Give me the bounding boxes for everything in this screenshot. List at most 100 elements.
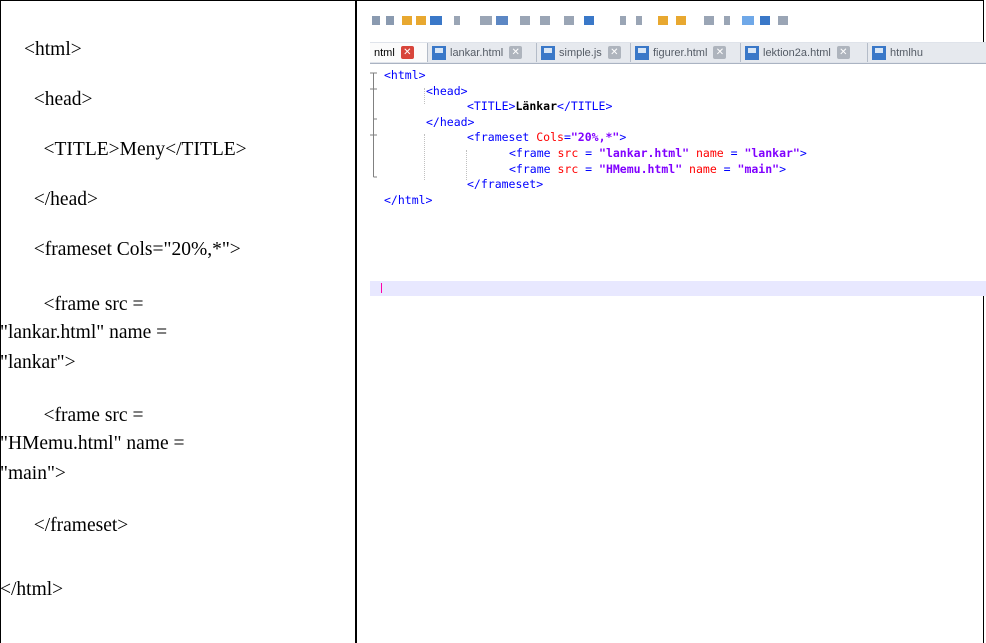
copy-icon[interactable] [496,16,508,25]
replace-icon[interactable] [584,16,594,25]
html-close-tag: </html> [384,192,433,207]
code-line: </frameset> [24,515,129,536]
code-line-7: <frame src = "HMemu.html" name = "main"> [509,162,786,178]
code-line-2: <head> [426,84,468,100]
code-line-4: </head> [426,115,474,131]
src-attribute: src [550,161,579,176]
frame-tag: <frame [509,161,551,176]
save-all-icon[interactable] [416,16,426,25]
tab-current-file[interactable]: ntml ✕ [370,43,428,62]
src-attribute: src [550,146,579,160]
print-icon[interactable] [454,16,460,25]
code-line-8: </frameset> [467,177,543,193]
current-line-highlight [370,281,986,296]
zoom-out-icon[interactable] [636,16,642,25]
tag-end: > [779,161,787,176]
code-line: <head> [24,89,93,110]
equals-sign: = [723,146,745,160]
zoom-in-icon[interactable] [620,16,626,25]
tab-htmlhu[interactable]: htmlhu [868,43,986,62]
name-attribute: name [682,161,717,176]
undo-icon[interactable] [520,16,530,25]
src-value: "lankar.html" [599,146,690,160]
table-divider [355,0,357,643]
name-value: "main" [737,161,780,176]
tab-label: htmlhu [890,46,924,59]
code-line: "lankar.html" name = [0,322,168,343]
head-close-tag: </head> [426,114,475,129]
file-save-icon [541,45,555,60]
wrap-icon[interactable] [676,16,686,25]
code-line: </html> [0,579,64,600]
tab-label: lankar.html [450,46,504,59]
code-line: </head> [24,189,98,210]
frameset-open-tag: <frameset [467,130,530,145]
tab-simple-js[interactable]: simple.js ✕ [537,43,631,62]
equals-sign: = [563,130,571,145]
close-tab-icon[interactable]: ✕ [607,46,621,59]
new-file-icon[interactable] [372,16,380,25]
head-open-tag: <head> [426,83,468,98]
title-text: Länkar [515,99,558,114]
equals-sign: = [578,146,600,160]
tab-label: figurer.html [653,46,708,59]
sync-icon[interactable] [658,16,668,25]
code-line: <frame src = [24,405,144,426]
file-save-icon [872,45,886,60]
code-line-9: </html> [384,193,432,209]
tab-lankar[interactable]: lankar.html ✕ [428,43,537,62]
close-tab-icon[interactable]: ✕ [509,46,523,59]
code-line: <frameset Cols="20%,*"> [24,239,241,260]
close-tab-icon[interactable]: ✕ [400,46,414,59]
code-line-6: <frame src = "lankar.html" name = "lanka… [509,146,807,162]
macro-record-icon[interactable] [742,16,754,25]
code-editor[interactable]: <html> <head> <TITLE>Länkar</TITLE> </he… [370,64,986,296]
indent-guide-icon[interactable] [704,16,714,25]
fold-margin[interactable] [370,69,378,179]
title-close-tag: </TITLE> [557,99,613,114]
indent-guide [424,88,425,104]
code-line: "main"> [0,463,66,484]
tab-label: simple.js [559,46,602,59]
equals-sign: = [716,161,738,176]
code-line: <frame src = [24,294,144,315]
cols-attribute: Cols [529,130,564,145]
macro-save-icon[interactable] [778,16,788,25]
indent-guide [424,134,425,180]
title-open-tag: <TITLE> [467,99,516,114]
text-caret [381,283,382,293]
src-value: "HMemu.html" [599,161,683,176]
macro-play-icon[interactable] [760,16,770,25]
file-save-icon [432,45,446,60]
tag-end: > [799,146,807,160]
name-attribute: name [689,146,724,160]
code-line: "lankar"> [0,352,76,373]
code-line: <TITLE>Meny</TITLE> [24,139,247,160]
tab-lektion2a[interactable]: lektion2a.html ✕ [741,43,868,62]
code-line-3: <TITLE>Länkar</TITLE> [467,99,612,115]
code-line-1: <html> [384,68,426,84]
frame-tag: <frame [509,146,551,160]
editor-toolbar [370,16,986,26]
html-open-tag: <html> [384,68,426,82]
file-save-icon [635,45,649,60]
tab-label: ntml [374,46,395,59]
save-icon[interactable] [402,16,412,25]
cols-value: "20%,*" [570,130,620,145]
find-icon[interactable] [564,16,574,25]
tab-figurer[interactable]: figurer.html ✕ [631,43,741,62]
editor-screenshot: ntml ✕ lankar.html ✕ simple.js ✕ figurer… [370,16,986,296]
tab-label: lektion2a.html [763,46,831,59]
close-tab-icon[interactable]: ✕ [713,46,727,59]
close-file-icon[interactable] [430,16,442,25]
equals-sign: = [578,161,600,176]
name-value: "lankar" [744,146,800,160]
show-all-icon[interactable] [724,16,730,25]
frameset-close-tag: </frameset> [467,177,544,192]
cut-icon[interactable] [480,16,492,25]
code-line: "HMemu.html" name = [0,433,185,454]
redo-icon[interactable] [540,16,550,25]
close-tab-icon[interactable]: ✕ [836,46,850,59]
indent-guide [466,150,467,180]
open-file-icon[interactable] [386,16,394,25]
